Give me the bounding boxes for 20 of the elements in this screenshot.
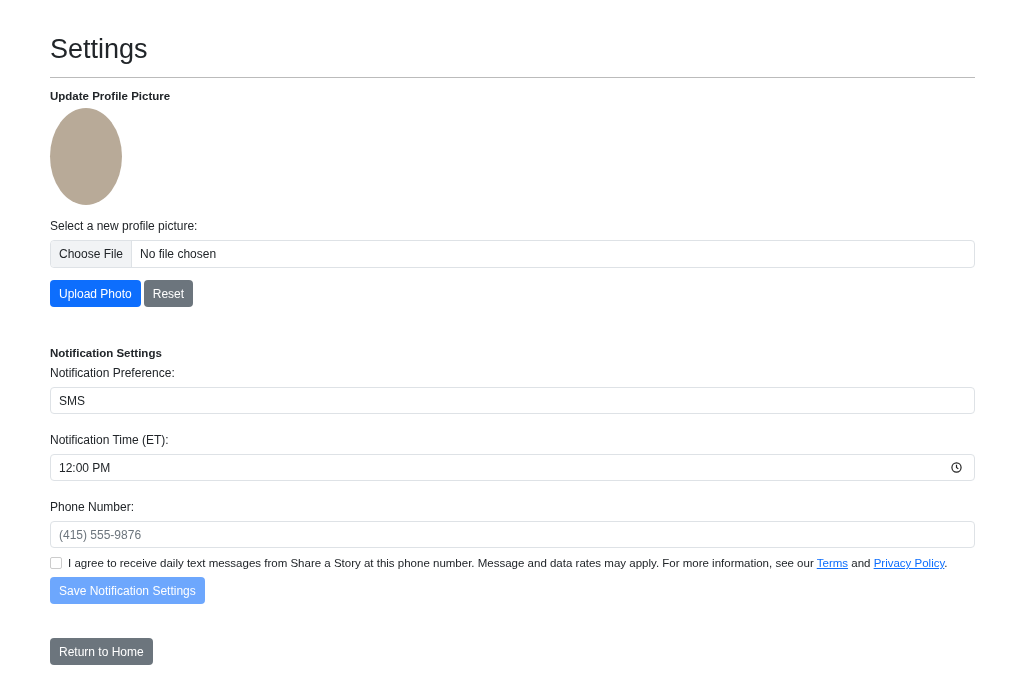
time-input[interactable]: 12:00 PM [50, 454, 975, 481]
field-label: Select a new profile picture: [50, 219, 199, 233]
field-label: Notification Time (ET): [50, 433, 170, 447]
consent-checkbox[interactable] [50, 557, 62, 569]
section-heading: Update Profile Picture [50, 90, 172, 102]
field-label: Phone Number: [50, 500, 136, 514]
choose-file-button[interactable]: Choose File [51, 241, 133, 267]
page-title: Settings [50, 34, 149, 65]
reset-button[interactable]: Reset [143, 280, 194, 307]
file-status: No file chosen [139, 246, 217, 263]
section-heading: Notification Settings [50, 347, 163, 359]
return-home-button[interactable]: Return to Home [50, 638, 153, 665]
consent-text: I agree to receive daily text messages from Share a Story at this phone number. Message and data rates may apply. For more information, see our Terms and Privacy Policy. [68, 557, 948, 569]
file-input[interactable]: Choose File No file chosen [50, 240, 975, 268]
phone-input[interactable]: (415) 555-9876 [50, 521, 975, 548]
preference-select[interactable]: SMS [50, 387, 975, 414]
upload-button[interactable]: Upload Photo [50, 280, 141, 307]
terms-link[interactable]: Terms [816, 557, 849, 569]
field-label: Notification Preference: [50, 366, 176, 380]
clock-icon [951, 462, 962, 473]
